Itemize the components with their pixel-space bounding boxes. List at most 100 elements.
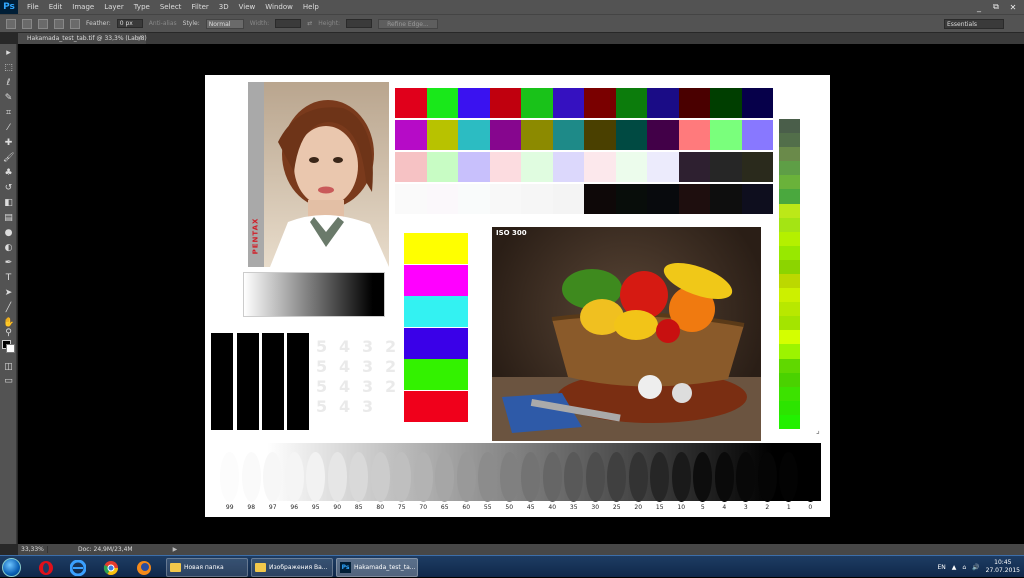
document-tab[interactable]: Hakamada_test_tab.tif @ 33,3% (Lab/8) × — [18, 33, 147, 44]
menu-window[interactable]: Window — [260, 0, 298, 14]
screen-mode-icon[interactable]: ▭ — [3, 376, 14, 387]
menu-type[interactable]: Type — [129, 0, 155, 14]
menu-layer[interactable]: Layer — [99, 0, 129, 14]
close-icon[interactable]: ✕ — [1006, 2, 1020, 12]
status-menu-arrow-icon[interactable]: ▶ — [173, 546, 178, 553]
gradient-tool-icon[interactable]: ▤ — [3, 213, 14, 224]
menu-file[interactable]: File — [22, 0, 44, 14]
black-bar — [262, 333, 284, 430]
brush-tool-icon[interactable]: 🖌 — [3, 153, 14, 164]
subtract-selection-icon[interactable] — [54, 18, 64, 29]
add-selection-icon[interactable] — [38, 18, 48, 29]
marquee-tool-icon[interactable]: ⬚ — [3, 63, 14, 74]
move-tool-icon[interactable]: ▸ — [3, 48, 14, 59]
tone-label: 0 — [808, 504, 813, 511]
canvas-area[interactable]: PENTAX ISO 300 5 4 3 2 5 4 3 2 5 4 3 2 5… — [18, 44, 1024, 544]
close-tab-icon[interactable]: × — [137, 33, 142, 44]
menu-edit[interactable]: Edit — [44, 0, 68, 14]
type-tool-icon[interactable]: T — [3, 273, 14, 284]
lasso-tool-icon[interactable]: ℓ — [3, 78, 14, 89]
test-chart-document[interactable]: PENTAX ISO 300 5 4 3 2 5 4 3 2 5 4 3 2 5… — [205, 75, 830, 517]
color-patch — [521, 152, 553, 182]
tray-arrow-icon[interactable]: ▲ — [952, 564, 957, 571]
new-selection-icon[interactable] — [22, 18, 32, 29]
menu-image[interactable]: Image — [67, 0, 99, 14]
network-icon[interactable]: ⌂ — [962, 564, 966, 571]
color-patch — [647, 152, 679, 182]
clock[interactable]: 10:45 27.07.2015 — [986, 559, 1020, 575]
vertical-color-patch — [779, 231, 800, 247]
style-label: Style: — [182, 20, 200, 27]
taskbar-task-folder[interactable]: Новая папка — [166, 558, 248, 577]
tone-label: 25 — [612, 504, 621, 511]
menu-filter[interactable]: Filter — [186, 0, 213, 14]
style-select[interactable]: Normal — [205, 18, 244, 29]
workspace-select[interactable]: Essentials — [944, 19, 1004, 29]
restore-icon[interactable]: ⧉ — [989, 2, 1003, 12]
background-color-swatch[interactable] — [6, 344, 15, 353]
fruit-basket-photo: ISO 300 — [492, 227, 761, 441]
tone-label: 50 — [505, 504, 514, 511]
eraser-tool-icon[interactable]: ◧ — [3, 198, 14, 209]
marquee-tool-icon[interactable] — [6, 18, 16, 29]
primary-color-bar — [404, 390, 468, 422]
color-patch — [552, 120, 584, 150]
tone-label: 20 — [634, 504, 643, 511]
toolbox: ▸ ⬚ ℓ ✎ ⌗ ⁄ ✚ 🖌 ♣ ↺ ◧ ▤ ● ◐ ✒ T ➤ ╱ ✋ ⚲ … — [0, 44, 17, 544]
vertical-color-patch — [779, 203, 800, 219]
color-patch — [710, 152, 742, 182]
blur-tool-icon[interactable]: ● — [3, 228, 14, 239]
color-patch — [426, 152, 458, 182]
quick-select-tool-icon[interactable]: ✎ — [3, 93, 14, 104]
firefox-icon[interactable] — [132, 558, 156, 577]
color-patch — [741, 88, 773, 118]
healing-brush-tool-icon[interactable]: ✚ — [3, 138, 14, 149]
tone-label: 80 — [376, 504, 385, 511]
volume-icon[interactable]: 🔊 — [972, 564, 979, 571]
task-label: Новая папка — [184, 564, 224, 571]
width-input[interactable] — [275, 19, 302, 28]
color-patch — [647, 184, 679, 214]
black-bar — [287, 333, 309, 430]
swap-icon[interactable]: ⇄ — [307, 20, 312, 27]
zoom-level[interactable]: 33,33% — [18, 546, 48, 553]
menu-help[interactable]: Help — [298, 0, 324, 14]
color-patch — [458, 88, 490, 118]
color-patch — [678, 120, 710, 150]
zoom-tool-icon[interactable]: ⚲ — [3, 328, 14, 339]
intersect-selection-icon[interactable] — [70, 18, 80, 29]
menu-select[interactable]: Select — [155, 0, 187, 14]
color-patch — [552, 184, 584, 214]
faded-digit: 2 — [385, 357, 397, 376]
color-patch — [458, 120, 490, 150]
start-button[interactable] — [2, 558, 21, 577]
internet-explorer-icon[interactable] — [66, 558, 90, 577]
language-indicator[interactable]: EN — [937, 564, 945, 571]
eyedropper-tool-icon[interactable]: ⁄ — [3, 123, 14, 134]
refine-edge-button[interactable]: Refine Edge... — [378, 18, 438, 29]
height-input[interactable] — [346, 19, 373, 28]
system-tray: EN ▲ ⌂ 🔊 10:45 27.07.2015 — [937, 556, 1020, 578]
feather-input[interactable]: 0 px — [116, 19, 143, 28]
photoshop-icon: Ps — [340, 562, 351, 573]
document-tabbar: Hakamada_test_tab.tif @ 33,3% (Lab/8) × — [18, 33, 1024, 44]
minimize-icon[interactable]: _ — [972, 2, 986, 12]
pen-tool-icon[interactable]: ✒ — [3, 258, 14, 269]
crop-tool-icon[interactable]: ⌗ — [3, 108, 14, 119]
color-patch — [395, 120, 427, 150]
menu-3d[interactable]: 3D — [214, 0, 234, 14]
tone-oval — [370, 452, 390, 502]
opera-icon[interactable] — [34, 558, 58, 577]
path-select-tool-icon[interactable]: ➤ — [3, 288, 14, 299]
history-brush-tool-icon[interactable]: ↺ — [3, 183, 14, 194]
menu-view[interactable]: View — [234, 0, 261, 14]
quick-mask-icon[interactable]: ◫ — [3, 362, 14, 373]
dodge-tool-icon[interactable]: ◐ — [3, 243, 14, 254]
antialias-checkbox[interactable]: Anti-alias — [149, 20, 177, 27]
chrome-icon[interactable] — [99, 558, 123, 577]
tone-label: 90 — [333, 504, 342, 511]
clone-stamp-tool-icon[interactable]: ♣ — [3, 168, 14, 179]
taskbar-task-photoshop[interactable]: Ps Hakamada_test_ta... — [336, 558, 418, 577]
line-tool-icon[interactable]: ╱ — [3, 303, 14, 314]
taskbar-task-images[interactable]: Изображения Ва... — [251, 558, 333, 577]
